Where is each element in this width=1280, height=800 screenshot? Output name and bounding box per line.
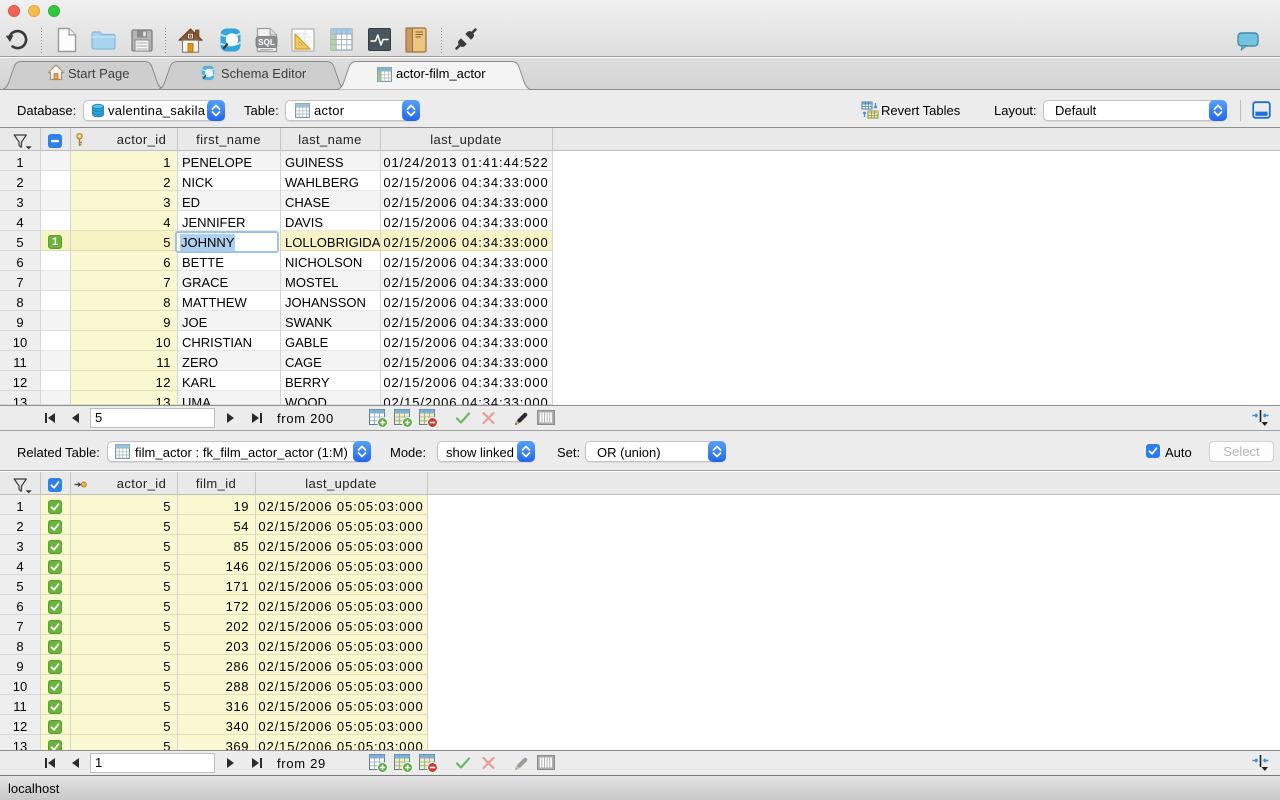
svg-text:SQL: SQL <box>258 38 275 47</box>
